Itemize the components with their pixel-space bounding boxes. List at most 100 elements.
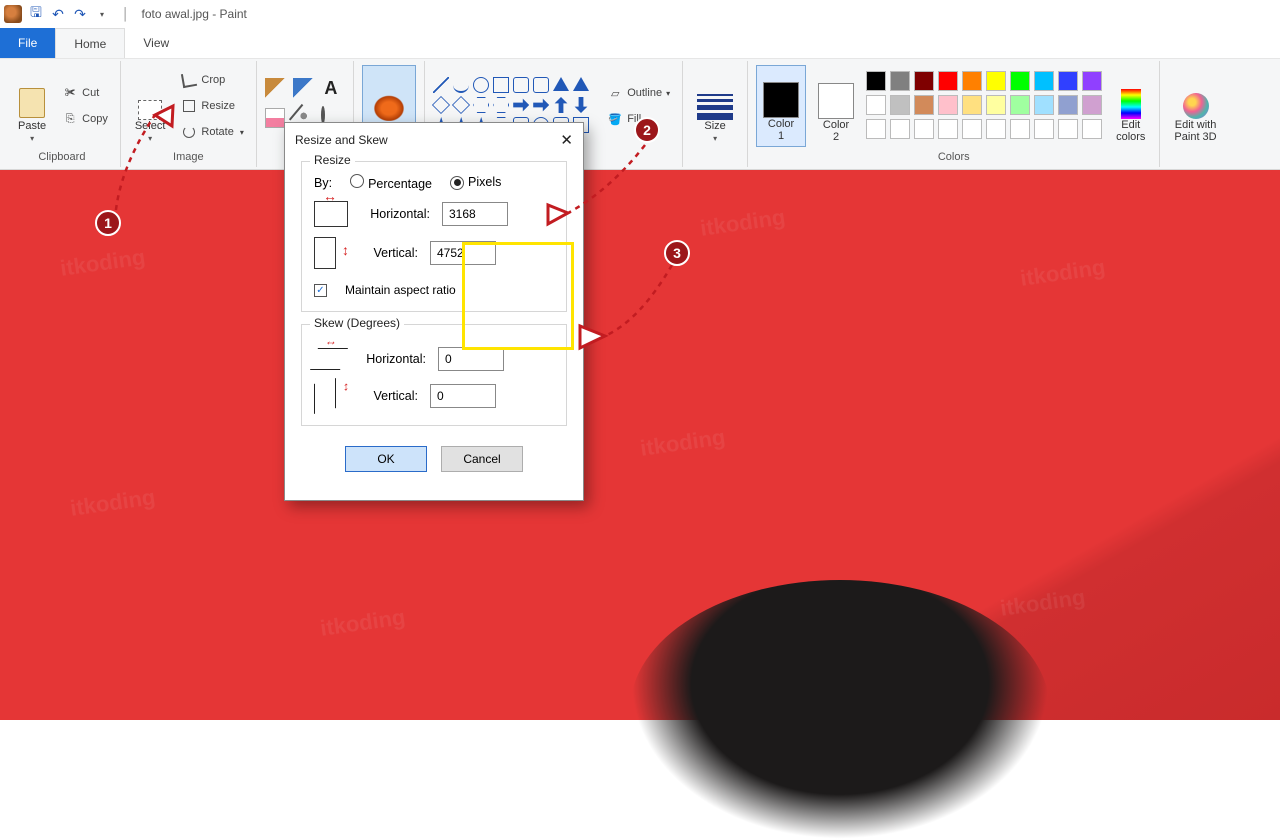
clipboard-icon — [19, 88, 45, 118]
tab-home[interactable]: Home — [55, 28, 125, 58]
palette-empty[interactable] — [1058, 119, 1078, 139]
palette-color[interactable] — [986, 95, 1006, 115]
copy-button[interactable]: ⎘Copy — [58, 107, 112, 131]
palette-empty[interactable] — [866, 119, 886, 139]
chevron-down-icon: ▾ — [148, 134, 152, 143]
skew-legend: Skew (Degrees) — [310, 316, 404, 330]
select-button[interactable]: Select ▾ — [129, 65, 172, 147]
edit-colors-button[interactable]: Edit colors — [1110, 65, 1151, 147]
undo-icon[interactable]: ↶ — [50, 6, 66, 22]
palette-color[interactable] — [890, 71, 910, 91]
canvas-area[interactable]: itkoding itkoding itkoding itkoding itko… — [0, 170, 1280, 720]
group-paint3d: Edit with Paint 3D — [1160, 61, 1230, 167]
titlebar-separator: │ — [122, 7, 130, 21]
crop-icon — [181, 72, 197, 88]
eraser-tool[interactable] — [265, 108, 285, 128]
cut-button[interactable]: ✀Cut — [58, 81, 112, 105]
size-button[interactable]: Size ▾ — [691, 65, 739, 147]
palette-color[interactable] — [914, 71, 934, 91]
redo-icon[interactable]: ↷ — [72, 6, 88, 22]
pencil-tool[interactable] — [265, 78, 285, 98]
paste-button[interactable]: Paste ▾ — [12, 65, 52, 147]
palette-empty[interactable] — [1010, 119, 1030, 139]
group-label: Clipboard — [38, 151, 85, 167]
save-icon[interactable]: 🖫 — [28, 6, 44, 22]
paint-app-icon — [4, 5, 22, 23]
rotate-button[interactable]: Rotate▾ — [177, 120, 247, 144]
palette-color[interactable] — [962, 71, 982, 91]
group-size: Size ▾ — [683, 61, 748, 167]
palette-color[interactable] — [986, 71, 1006, 91]
qat-dropdown-icon[interactable]: ▾ — [94, 6, 110, 22]
dialog-titlebar[interactable]: Resize and Skew ✕ — [285, 123, 583, 157]
window-title: foto awal.jpg - Paint — [142, 7, 247, 21]
palette-color[interactable] — [1058, 71, 1078, 91]
resize-skew-dialog: Resize and Skew ✕ Resize By: Percentage … — [284, 122, 584, 501]
gradient-icon — [1121, 89, 1141, 119]
radio-percentage[interactable]: Percentage — [350, 174, 432, 191]
scissors-icon: ✀ — [62, 85, 78, 101]
color2-button[interactable]: Color 2 — [812, 65, 860, 147]
watermark: itkoding — [639, 424, 727, 462]
palette-color[interactable] — [962, 95, 982, 115]
palette-color[interactable] — [1082, 71, 1102, 91]
palette-empty[interactable] — [914, 119, 934, 139]
resize-legend: Resize — [310, 153, 355, 167]
palette-color[interactable] — [1034, 71, 1054, 91]
outline-button[interactable]: ▱Outline▾ — [603, 81, 674, 105]
skew-fieldset: Skew (Degrees) Horizontal: Vertical: — [301, 324, 567, 426]
palette-empty[interactable] — [1082, 119, 1102, 139]
tab-file[interactable]: File — [0, 28, 55, 58]
palette-empty[interactable] — [962, 119, 982, 139]
select-rect-icon — [138, 100, 162, 120]
cancel-button[interactable]: Cancel — [441, 446, 523, 472]
resize-vertical-input[interactable] — [430, 241, 496, 265]
skew-v-label: Vertical: — [348, 389, 418, 403]
fill-tool[interactable] — [293, 78, 313, 98]
resize-button[interactable]: Resize — [177, 94, 247, 118]
maintain-aspect-checkbox[interactable]: ✓ — [314, 284, 327, 297]
palette-color[interactable] — [1058, 95, 1078, 115]
outline-icon: ▱ — [607, 85, 623, 101]
color-palette — [866, 71, 1104, 141]
color1-button[interactable]: Color 1 — [756, 65, 806, 147]
paint3d-button[interactable]: Edit with Paint 3D — [1168, 65, 1222, 147]
annotation-badge-1: 1 — [95, 210, 121, 236]
skew-vertical-input[interactable] — [430, 384, 496, 408]
group-label: Image — [173, 151, 204, 167]
group-label: Colors — [938, 151, 970, 167]
fill-icon: 🪣 — [607, 111, 623, 127]
annotation-badge-2: 2 — [634, 117, 660, 143]
canvas-dark-region — [630, 580, 1050, 840]
palette-empty[interactable] — [938, 119, 958, 139]
palette-color[interactable] — [938, 95, 958, 115]
group-image: Select ▾ Crop Resize Rotate▾ Image — [121, 61, 257, 167]
palette-empty[interactable] — [986, 119, 1006, 139]
palette-color[interactable] — [890, 95, 910, 115]
resize-icon — [181, 98, 197, 114]
watermark: itkoding — [319, 604, 407, 642]
resize-horizontal-input[interactable] — [442, 202, 508, 226]
vertical-label: Vertical: — [348, 246, 418, 260]
palette-color[interactable] — [1010, 71, 1030, 91]
vertical-dim-icon — [314, 237, 336, 269]
palette-color[interactable] — [1082, 95, 1102, 115]
palette-color[interactable] — [1034, 95, 1054, 115]
palette-color[interactable] — [866, 71, 886, 91]
ok-button[interactable]: OK — [345, 446, 427, 472]
copy-icon: ⎘ — [62, 111, 78, 127]
palette-empty[interactable] — [1034, 119, 1054, 139]
palette-color[interactable] — [914, 95, 934, 115]
palette-empty[interactable] — [890, 119, 910, 139]
size-lines-icon — [697, 94, 733, 120]
palette-color[interactable] — [938, 71, 958, 91]
text-tool[interactable]: A — [321, 78, 341, 98]
skew-horizontal-input[interactable] — [438, 347, 504, 371]
tab-view[interactable]: View — [125, 28, 187, 58]
palette-color[interactable] — [1010, 95, 1030, 115]
brush-icon — [371, 93, 407, 121]
close-icon[interactable]: ✕ — [560, 131, 573, 149]
radio-pixels[interactable]: Pixels — [450, 175, 501, 190]
crop-button[interactable]: Crop — [177, 68, 247, 92]
palette-color[interactable] — [866, 95, 886, 115]
